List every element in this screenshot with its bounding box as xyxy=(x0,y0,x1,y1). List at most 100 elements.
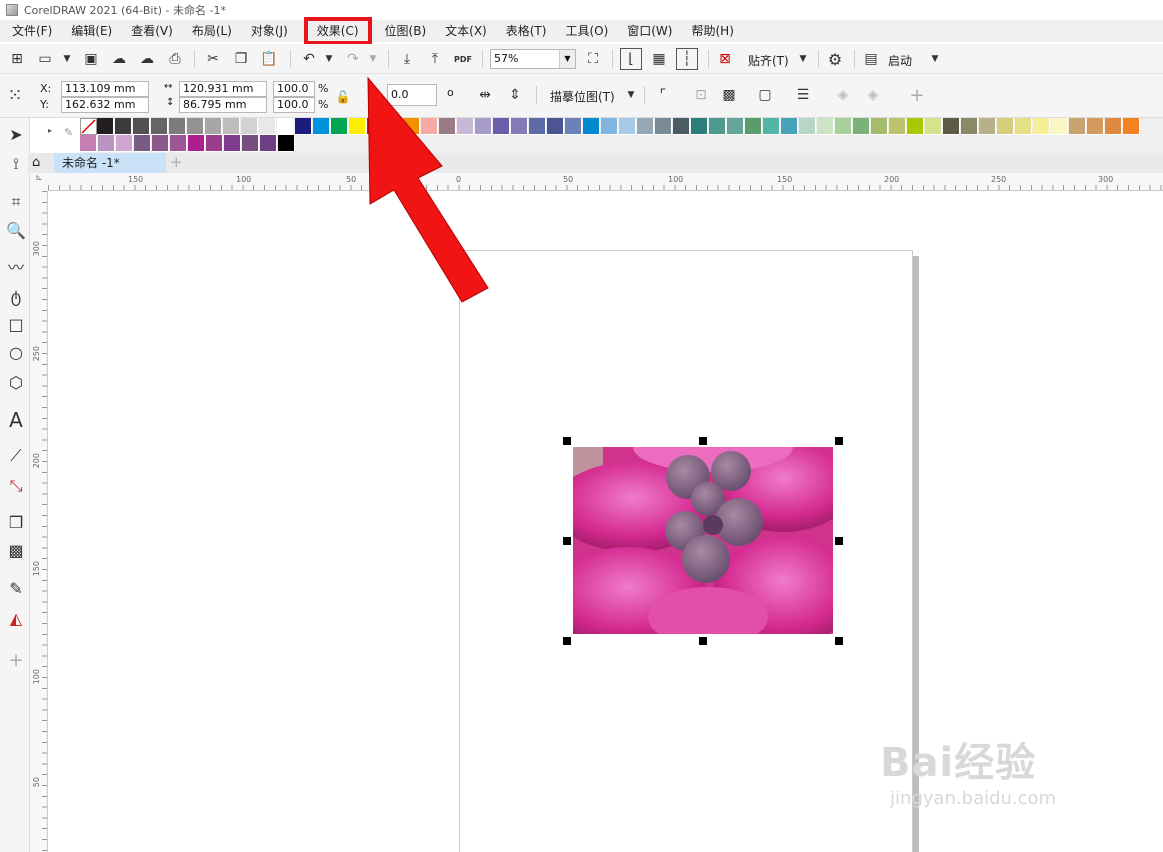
color-swatch[interactable] xyxy=(889,118,906,135)
paste-icon[interactable]: 📋 xyxy=(258,48,280,70)
color-swatch[interactable] xyxy=(979,118,996,135)
edit-bitmap-icon[interactable]: ▢ xyxy=(754,84,776,106)
eyedropper-icon[interactable]: ✎ xyxy=(4,576,28,600)
crop-bitmap-icon[interactable]: ⌜ xyxy=(652,84,674,106)
launch-dropdown[interactable]: 启动 xyxy=(888,52,912,69)
color-swatch[interactable] xyxy=(943,118,960,135)
menu-view[interactable]: 查看(V) xyxy=(123,22,181,40)
color-swatch[interactable] xyxy=(260,135,277,152)
color-swatch[interactable] xyxy=(277,118,294,135)
color-swatch[interactable] xyxy=(205,118,222,135)
horizontal-ruler[interactable]: 150 100 50 0 50 100 150 200 250 300 xyxy=(48,173,1163,191)
print-icon[interactable]: ⎙ xyxy=(164,48,186,70)
chevron-down-icon[interactable]: ▼ xyxy=(559,50,575,68)
snap-off-icon[interactable]: ⊠ xyxy=(714,48,736,70)
application-launcher-icon[interactable]: ▤ xyxy=(860,48,882,70)
color-swatch[interactable] xyxy=(637,118,654,135)
menu-tools[interactable]: 工具(O) xyxy=(557,22,616,40)
dimension-tool-icon[interactable]: ⟋ xyxy=(4,444,28,468)
selection-handle-right[interactable] xyxy=(835,537,843,545)
color-swatch[interactable] xyxy=(151,118,168,135)
color-swatch[interactable] xyxy=(781,118,798,135)
menu-text[interactable]: 文本(X) xyxy=(437,22,495,40)
chevron-down-icon[interactable]: ▼ xyxy=(924,48,946,70)
color-swatch[interactable] xyxy=(98,135,115,152)
polygon-tool-icon[interactable]: ⬡ xyxy=(4,370,28,394)
grid-toggle-icon[interactable]: ▦ xyxy=(648,48,670,70)
guidelines-toggle-icon[interactable]: ┆ xyxy=(676,48,698,70)
color-swatch[interactable] xyxy=(997,118,1014,135)
trace-bitmap-dropdown[interactable]: 描摹位图(T) xyxy=(550,88,615,105)
eyedropper-icon[interactable]: ✎ xyxy=(64,126,73,139)
color-swatch[interactable] xyxy=(169,118,186,135)
color-swatch[interactable] xyxy=(206,135,223,152)
gear-icon[interactable]: ⚙ xyxy=(824,48,846,70)
text-tool-icon[interactable]: A xyxy=(4,408,28,432)
crop-tool-icon[interactable]: ⌗ xyxy=(4,190,28,214)
shape-tool-icon[interactable]: ⟟ xyxy=(4,152,28,176)
color-swatch[interactable] xyxy=(583,118,600,135)
pick-tool-icon[interactable]: ➤ xyxy=(4,122,28,146)
resample-icon[interactable]: ⊡ xyxy=(690,84,712,106)
ellipse-tool-icon[interactable]: ○ xyxy=(4,340,28,364)
color-swatch[interactable] xyxy=(1069,118,1086,135)
color-swatch[interactable] xyxy=(1015,118,1032,135)
new-document-icon[interactable]: ⊞ xyxy=(6,48,28,70)
color-swatch[interactable] xyxy=(655,118,672,135)
snap-to-dropdown[interactable]: 贴齐(T) xyxy=(748,52,789,69)
cloud-upload-icon[interactable]: ☁ xyxy=(136,48,158,70)
color-swatch[interactable] xyxy=(961,118,978,135)
bitmap-color-mask-icon[interactable]: ▩ xyxy=(718,84,740,106)
to-front-icon[interactable]: ◈ xyxy=(832,84,854,106)
color-swatch[interactable] xyxy=(673,118,690,135)
selection-handle-top-left[interactable] xyxy=(563,437,571,445)
scale-height-field[interactable]: 100.0 xyxy=(273,97,315,113)
ruler-origin-icon[interactable]: ⊾ xyxy=(30,173,48,191)
palette-scroll-icon[interactable]: ▸ xyxy=(48,126,52,135)
color-swatch[interactable] xyxy=(133,118,150,135)
add-icon[interactable]: + xyxy=(906,84,928,106)
color-swatch[interactable] xyxy=(152,135,169,152)
color-swatch[interactable] xyxy=(619,118,636,135)
menu-effects[interactable]: 效果(C) xyxy=(303,17,372,45)
color-swatch[interactable] xyxy=(313,118,330,135)
menu-object[interactable]: 对象(J) xyxy=(243,22,296,40)
zoom-to-page-icon[interactable]: ⛶ xyxy=(582,48,604,70)
color-swatch[interactable] xyxy=(691,118,708,135)
color-swatch[interactable] xyxy=(242,135,259,152)
to-back-icon[interactable]: ◈ xyxy=(862,84,884,106)
color-swatch[interactable] xyxy=(278,135,295,152)
object-origin-icon[interactable]: ⁙ xyxy=(4,84,26,106)
no-color-swatch[interactable] xyxy=(80,118,97,135)
scale-width-field[interactable]: 100.0 xyxy=(273,81,315,97)
color-swatch[interactable] xyxy=(601,118,618,135)
color-swatch[interactable] xyxy=(925,118,942,135)
color-swatch[interactable] xyxy=(224,135,241,152)
home-icon[interactable]: ⌂ xyxy=(32,155,40,170)
color-swatch[interactable] xyxy=(188,135,205,152)
color-swatch[interactable] xyxy=(1123,118,1140,135)
height-field[interactable]: 86.795 mm xyxy=(179,97,267,113)
chevron-down-icon[interactable]: ▼ xyxy=(620,84,642,106)
transparency-tool-icon[interactable]: ▩ xyxy=(4,538,28,562)
color-swatch[interactable] xyxy=(116,135,133,152)
color-swatch[interactable] xyxy=(170,135,187,152)
color-swatch[interactable] xyxy=(727,118,744,135)
rectangle-tool-icon[interactable]: □ xyxy=(4,312,28,336)
color-swatch[interactable] xyxy=(97,118,114,135)
artistic-media-icon[interactable]: ტ xyxy=(4,284,28,308)
color-swatch[interactable] xyxy=(80,135,97,152)
color-swatch[interactable] xyxy=(745,118,762,135)
y-position-field[interactable]: 162.632 mm xyxy=(61,97,149,113)
color-swatch[interactable] xyxy=(223,118,240,135)
cloud-download-icon[interactable]: ☁ xyxy=(108,48,130,70)
color-swatch[interactable] xyxy=(295,118,312,135)
open-icon[interactable]: ▭ xyxy=(34,48,56,70)
color-swatch[interactable] xyxy=(817,118,834,135)
save-icon[interactable]: ▣ xyxy=(80,48,102,70)
color-swatch[interactable] xyxy=(835,118,852,135)
color-swatch[interactable] xyxy=(529,118,546,135)
color-swatch[interactable] xyxy=(259,118,276,135)
color-swatch[interactable] xyxy=(134,135,151,152)
menu-table[interactable]: 表格(T) xyxy=(498,22,555,40)
